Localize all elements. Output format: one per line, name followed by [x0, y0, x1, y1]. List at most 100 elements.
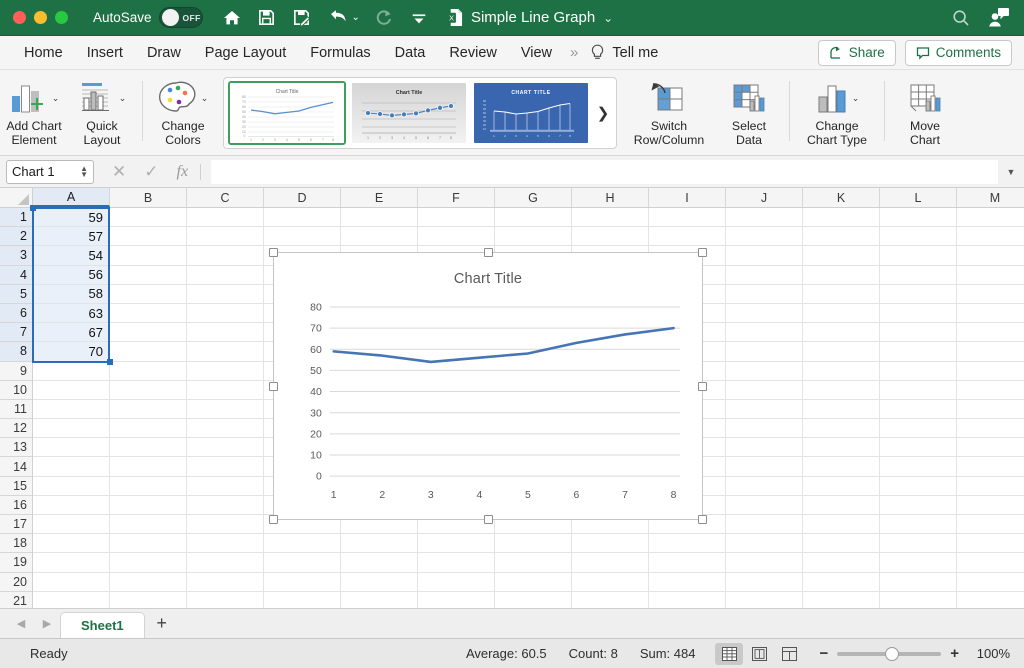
cell-B14[interactable]	[110, 457, 187, 477]
cell-M19[interactable]	[957, 553, 1024, 573]
cell-B12[interactable]	[110, 419, 187, 439]
column-header-b[interactable]: B	[110, 188, 187, 207]
change-chart-type-caret-icon[interactable]: ⌄	[852, 93, 860, 104]
cancel-icon[interactable]: ✕	[112, 162, 126, 182]
cell-L19[interactable]	[880, 553, 957, 573]
name-box-spinner[interactable]: ▲ ▼	[80, 164, 88, 178]
cell-B6[interactable]	[110, 303, 187, 324]
zoom-slider-knob[interactable]	[885, 646, 900, 661]
check-icon[interactable]: ✓	[144, 162, 158, 182]
cell-E1[interactable]	[341, 208, 418, 228]
cell-L16[interactable]	[880, 495, 957, 515]
cell-A18[interactable]	[33, 534, 110, 554]
cell-F20[interactable]	[418, 572, 495, 592]
sheet-tab-sheet1[interactable]: Sheet1	[60, 612, 145, 638]
cell-K11[interactable]	[803, 399, 880, 420]
cell-K13[interactable]	[803, 438, 880, 458]
name-box[interactable]: Chart 1 ▲ ▼	[6, 159, 94, 184]
document-title-chevron-icon[interactable]: ⌄	[603, 11, 613, 25]
cell-L17[interactable]	[880, 515, 957, 535]
customize-toolbar-icon[interactable]	[408, 7, 430, 29]
cell-C13[interactable]	[187, 438, 264, 458]
row-header-4[interactable]: 4	[0, 265, 32, 285]
gallery-scroll-next-button[interactable]: ❯	[592, 81, 614, 145]
maximize-window-button[interactable]	[55, 11, 68, 24]
cell-A17[interactable]	[33, 515, 110, 535]
cell-E21[interactable]	[341, 591, 418, 608]
cell-B11[interactable]	[110, 399, 187, 420]
cell-I21[interactable]	[649, 591, 726, 608]
cell-C17[interactable]	[187, 515, 264, 535]
chart-style-2[interactable]: Chart Title 1 2 3 4 5 6 7 8	[350, 81, 468, 145]
cell-B2[interactable]	[110, 227, 187, 247]
cell-E19[interactable]	[341, 553, 418, 573]
row-header-1[interactable]: 1	[0, 208, 32, 228]
cell-C6[interactable]	[187, 303, 264, 324]
cell-A1[interactable]: 59	[33, 208, 110, 228]
close-window-button[interactable]	[13, 11, 26, 24]
cell-M10[interactable]	[957, 380, 1024, 400]
switch-row-column-button[interactable]: Switch Row/Column	[623, 72, 715, 155]
row-header-2[interactable]: 2	[0, 227, 32, 247]
change-colors-button[interactable]: ⌄ Change Colors	[149, 72, 217, 155]
column-header-d[interactable]: D	[264, 188, 341, 207]
cell-B17[interactable]	[110, 515, 187, 535]
cell-I1[interactable]	[649, 208, 726, 228]
chart-handle-nw[interactable]	[269, 248, 278, 257]
chart-handle-ne[interactable]	[698, 248, 707, 257]
cell-K16[interactable]	[803, 495, 880, 515]
cell-A6[interactable]: 63	[33, 303, 110, 324]
cell-G19[interactable]	[495, 553, 572, 573]
cell-K9[interactable]	[803, 361, 880, 381]
cell-A16[interactable]	[33, 495, 110, 515]
cell-H19[interactable]	[572, 553, 649, 573]
cell-K17[interactable]	[803, 515, 880, 535]
cell-J9[interactable]	[726, 361, 803, 381]
undo-icon[interactable]	[326, 7, 348, 29]
comments-button[interactable]: Comments	[904, 39, 1012, 66]
column-header-e[interactable]: E	[341, 188, 418, 207]
cell-J12[interactable]	[726, 419, 803, 439]
row-header-9[interactable]: 9	[0, 362, 32, 381]
cell-K12[interactable]	[803, 419, 880, 439]
cell-H1[interactable]	[572, 208, 649, 228]
cell-J19[interactable]	[726, 553, 803, 573]
cell-J5[interactable]	[726, 284, 803, 304]
cell-J2[interactable]	[726, 227, 803, 247]
cell-D1[interactable]	[264, 208, 341, 228]
cell-K3[interactable]	[803, 246, 880, 266]
normal-view-icon[interactable]	[715, 642, 744, 665]
cell-J11[interactable]	[726, 399, 803, 420]
cell-J4[interactable]	[726, 265, 803, 285]
cell-D20[interactable]	[264, 572, 341, 592]
cell-L4[interactable]	[880, 265, 957, 285]
cell-G21[interactable]	[495, 591, 572, 608]
cell-C1[interactable]	[187, 208, 264, 228]
cell-K8[interactable]	[803, 342, 880, 362]
cell-A2[interactable]: 57	[33, 227, 110, 247]
cell-A12[interactable]	[33, 419, 110, 439]
row-header-5[interactable]: 5	[0, 284, 32, 304]
chart-object[interactable]: Chart Title 0 10 20 30 40 50 60 70 80 1 2 3 4 5 6 7 8	[269, 248, 707, 524]
cell-L7[interactable]	[880, 323, 957, 343]
cell-F21[interactable]	[418, 591, 495, 608]
ribbon-overflow-icon[interactable]: »	[564, 44, 582, 61]
cell-L20[interactable]	[880, 572, 957, 592]
cell-M20[interactable]	[957, 572, 1024, 592]
cell-J6[interactable]	[726, 303, 803, 324]
cell-K6[interactable]	[803, 303, 880, 324]
cell-L1[interactable]	[880, 208, 957, 228]
row-header-12[interactable]: 12	[0, 419, 32, 439]
cell-C21[interactable]	[187, 591, 264, 608]
cell-M3[interactable]	[957, 246, 1024, 266]
cell-K21[interactable]	[803, 591, 880, 608]
zoom-slider[interactable]	[837, 646, 942, 661]
row-header-3[interactable]: 3	[0, 246, 32, 266]
cell-A13[interactable]	[33, 438, 110, 458]
row-header-6[interactable]: 6	[0, 303, 32, 324]
chart-plot-area[interactable]: 0 10 20 30 40 50 60 70 80 1 2 3 4 5 6 7 8	[274, 297, 702, 520]
row-header-13[interactable]: 13	[0, 438, 32, 458]
zoom-out-button[interactable]: −	[819, 645, 828, 662]
chart-handle-n[interactable]	[483, 248, 493, 257]
cell-D21[interactable]	[264, 591, 341, 608]
